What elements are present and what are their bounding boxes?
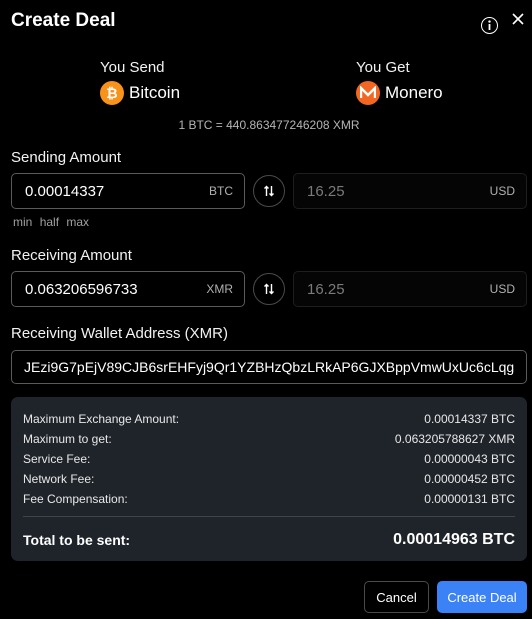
summary-row-value: 0.00014337 BTC <box>424 412 515 426</box>
deal-summary-panel: Maximum Exchange Amount: 0.00014337 BTC … <box>11 397 527 561</box>
receiving-usd-unit: USD <box>489 282 515 296</box>
send-coin-selector[interactable]: ₿ Bitcoin <box>100 81 180 105</box>
cancel-button[interactable]: Cancel <box>364 581 429 613</box>
sending-amount-label: Sending Amount <box>11 149 122 166</box>
sending-usd-unit: USD <box>489 184 515 198</box>
summary-row-label: Fee Compensation: <box>23 492 128 506</box>
summary-row-value: 0.00000131 BTC <box>424 492 515 506</box>
sending-amount-value: 0.00014337 <box>25 182 105 200</box>
max-button[interactable]: max <box>66 215 89 229</box>
close-icon[interactable] <box>511 12 525 26</box>
sending-amount-unit: BTC <box>209 184 233 198</box>
bitcoin-icon: ₿ <box>100 81 124 105</box>
you-send-label: You Send <box>100 59 165 76</box>
summary-row: Fee Compensation: 0.00000131 BTC <box>23 489 515 509</box>
send-coin-name: Bitcoin <box>129 83 181 102</box>
summary-row-value: 0.00000452 BTC <box>424 472 515 486</box>
half-button[interactable]: half <box>40 215 59 229</box>
get-coin-selector[interactable]: Monero <box>356 81 443 105</box>
receiving-amount-label: Receiving Amount <box>11 247 132 264</box>
sending-swap-button[interactable] <box>253 175 285 207</box>
get-coin-column: You Get Monero <box>356 59 443 105</box>
total-value: 0.00014963 BTC <box>393 531 515 548</box>
summary-row-value: 0.00000043 BTC <box>424 452 515 466</box>
receiving-amount-unit: XMR <box>206 282 233 296</box>
summary-row-label: Network Fee: <box>23 472 95 486</box>
receiving-usd-field[interactable]: 16.25 USD <box>293 271 527 307</box>
swap-icon <box>264 185 274 197</box>
receiving-swap-button[interactable] <box>253 273 285 305</box>
info-icon[interactable] <box>481 17 498 34</box>
summary-row-label: Maximum Exchange Amount: <box>23 412 180 426</box>
summary-row-label: Maximum to get: <box>23 432 112 446</box>
sending-usd-value: 16.25 <box>307 182 345 200</box>
sending-usd-field[interactable]: 16.25 USD <box>293 173 527 209</box>
svg-text:₿: ₿ <box>106 86 117 101</box>
summary-row: Maximum Exchange Amount: 0.00014337 BTC <box>23 409 515 429</box>
receiving-amount-value: 0.063206596733 <box>25 280 138 298</box>
exchange-rate: 1 BTC = 440.863477246208 XMR <box>178 118 360 132</box>
summary-row: Maximum to get: 0.063205788627 XMR <box>23 429 515 449</box>
swap-icon <box>264 283 274 295</box>
summary-row-value: 0.063205788627 XMR <box>394 432 515 446</box>
receiving-amount-input[interactable]: 0.063206596733 XMR <box>11 271 245 307</box>
summary-row-label: Service Fee: <box>23 452 91 466</box>
monero-icon <box>356 81 380 105</box>
summary-divider <box>23 516 515 517</box>
total-row: Total to be sent: 0.00014963 BTC <box>23 531 515 549</box>
min-button[interactable]: min <box>13 215 32 229</box>
total-label: Total to be sent: <box>23 532 131 548</box>
dialog-title: Create Deal <box>11 10 116 31</box>
you-get-label: You Get <box>356 59 410 76</box>
wallet-address-input[interactable]: JEzi9G7pEjV89CJB6srEHFyj9Qr1YZBHzQbzLRkA… <box>11 350 527 384</box>
amount-presets: min half max <box>13 215 93 229</box>
get-coin-name: Monero <box>385 83 443 102</box>
send-coin-column: You Send ₿ Bitcoin <box>100 59 180 105</box>
summary-row: Network Fee: 0.00000452 BTC <box>23 469 515 489</box>
wallet-address-label: Receiving Wallet Address (XMR) <box>11 325 229 342</box>
summary-row: Service Fee: 0.00000043 BTC <box>23 449 515 469</box>
create-deal-button[interactable]: Create Deal <box>437 581 527 613</box>
sending-amount-input[interactable]: 0.00014337 BTC <box>11 173 245 209</box>
receiving-usd-value: 16.25 <box>307 280 345 298</box>
